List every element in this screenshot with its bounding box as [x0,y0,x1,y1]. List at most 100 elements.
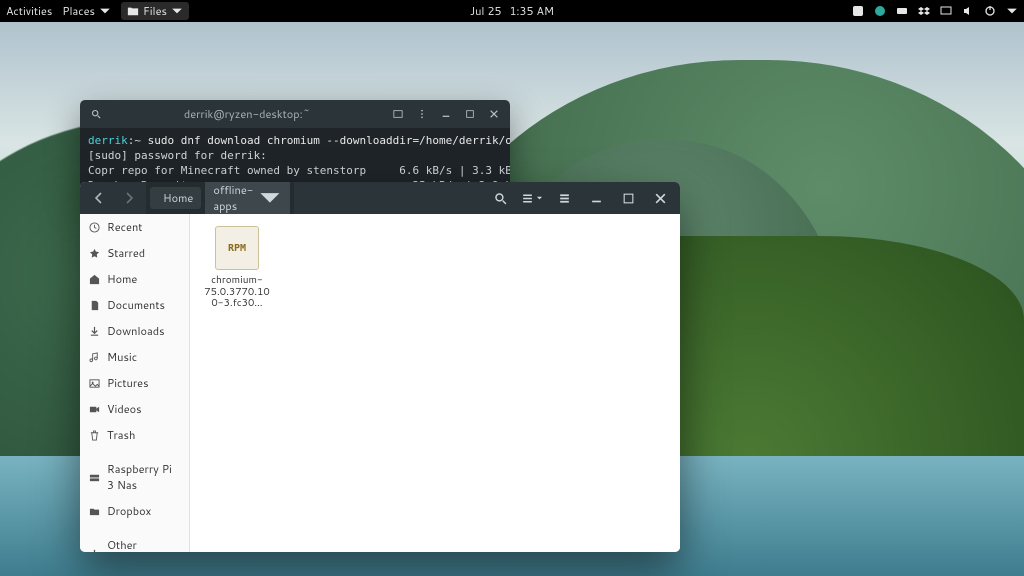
sidebar-item-music[interactable]: Music [80,344,189,370]
tray-icon-3[interactable] [896,5,908,17]
clock-date: Jul 25 [470,3,501,19]
terminal-maximize-button[interactable] [462,106,478,122]
tray-icon-1[interactable] [852,5,864,17]
sidebar-item-documents[interactable]: Documents [80,292,189,318]
terminal-line: Copr repo for Minecraft owned by stensto… [88,164,366,177]
tray-icon-2[interactable] [874,5,886,17]
files-content[interactable]: chromium-75.0.3770.100-3.fc30… [190,214,680,552]
hamburger-icon [558,192,571,205]
tray-display-icon[interactable] [940,5,952,17]
display-icon [940,5,952,17]
sidebar-item-trash[interactable]: Trash [80,422,189,448]
terminal-search-button[interactable] [88,106,104,122]
arrow-left-icon [93,192,105,204]
sidebar-item-label: Videos [107,401,142,417]
terminal-minimize-button[interactable] [438,106,454,122]
chevron-down-icon [171,5,183,17]
forward-button[interactable] [116,186,142,210]
minimize-icon [590,192,603,205]
terminal-title: derrik@ryzen-desktop:~ [112,106,382,122]
back-button[interactable] [86,186,112,210]
prompt-sep: :~ [128,134,148,147]
folder-icon [89,506,100,517]
terminal-newtab-button[interactable] [390,106,406,122]
chevron-down-icon [536,195,543,202]
sidebar-item-downloads[interactable]: Downloads [80,318,189,344]
sidebar-item-starred[interactable]: Starred [80,240,189,266]
clock-icon [89,222,100,233]
gnome-topbar: Activities Places Files Jul 25 1:35 AM [0,0,1024,22]
music-icon [89,352,100,363]
terminal-command: sudo dnf download chromium --downloaddir… [148,134,510,147]
trash-icon [89,430,100,441]
tray-power-icon[interactable] [984,5,996,17]
terminal-line: 6.6 kB/s | 3.3 kB 00:00 [399,164,510,177]
files-maximize-button[interactable] [614,186,642,210]
terminal-line: [sudo] password for derrik: [88,149,267,162]
sidebar-item-label: Documents [107,297,165,313]
sidebar-item-nas[interactable]: Raspberry Pi 3 Nas [80,456,189,498]
arrow-right-icon [123,192,135,204]
maximize-icon [465,109,475,119]
places-menu[interactable]: Places [62,3,111,19]
files-window: Home offline-apps Recent Starred Home Do… [80,182,680,552]
pathbar-home[interactable]: Home [150,187,201,209]
sidebar-item-label: Pictures [107,375,149,391]
sidebar-item-dropbox[interactable]: Dropbox [80,498,189,524]
rpm-icon [215,226,259,270]
tray-menu-chevron[interactable] [1006,5,1018,17]
search-icon [494,192,507,205]
terminal-close-button[interactable] [486,106,502,122]
power-icon [984,5,996,17]
kebab-icon [417,109,427,119]
terminal-titlebar[interactable]: derrik@ryzen-desktop:~ [80,100,510,128]
drive-icon [89,472,100,483]
files-headerbar[interactable]: Home offline-apps [80,182,680,214]
sidebar-item-pictures[interactable]: Pictures [80,370,189,396]
sidebar-item-label: Music [107,349,137,365]
star-icon [89,248,100,259]
sidebar-item-home[interactable]: Home [80,266,189,292]
folder-icon [127,5,139,17]
files-search-button[interactable] [486,186,514,210]
clock[interactable]: Jul 25 1:35 AM [470,3,554,19]
sidebar-item-label: Raspberry Pi 3 Nas [107,461,180,493]
files-hamburger-button[interactable] [550,186,578,210]
sidebar-item-label: Downloads [107,323,165,339]
sidebar-item-label: Home [107,271,137,287]
sidebar-item-recent[interactable]: Recent [80,214,189,240]
chevron-down-icon [1006,5,1018,17]
sidebar-item-other-locations[interactable]: Other Locations [80,532,189,552]
close-icon [654,192,667,205]
appmenu-files[interactable]: Files [121,2,189,20]
places-label: Places [62,3,95,19]
pictures-icon [89,378,100,389]
pathbar-home-label: Home [163,190,193,206]
chevron-down-icon [99,5,111,17]
files-sidebar: Recent Starred Home Documents Downloads … [80,214,190,552]
close-icon [489,109,499,119]
dropbox-icon [918,5,930,17]
search-icon [91,109,101,119]
files-view-button[interactable] [518,186,546,210]
minimize-icon [441,109,451,119]
sidebar-item-label: Recent [107,219,142,235]
files-minimize-button[interactable] [582,186,610,210]
prompt-user: derrik [88,134,128,147]
tab-icon [393,109,403,119]
activities-button[interactable]: Activities [6,3,52,19]
tray-volume-icon[interactable] [962,5,974,17]
downloads-icon [89,326,100,337]
terminal-menu-button[interactable] [414,106,430,122]
maximize-icon [622,192,635,205]
appmenu-label: Files [143,3,167,19]
file-item[interactable]: chromium-75.0.3770.100-3.fc30… [202,226,272,310]
tray-dropbox-icon[interactable] [918,5,930,17]
files-close-button[interactable] [646,186,674,210]
file-label: chromium-75.0.3770.100-3.fc30… [202,275,272,310]
pathbar-current[interactable]: offline-apps [205,182,290,217]
sidebar-item-videos[interactable]: Videos [80,396,189,422]
circle-icon [874,5,886,17]
videos-icon [89,404,100,415]
sidebar-item-label: Other Locations [107,537,180,552]
